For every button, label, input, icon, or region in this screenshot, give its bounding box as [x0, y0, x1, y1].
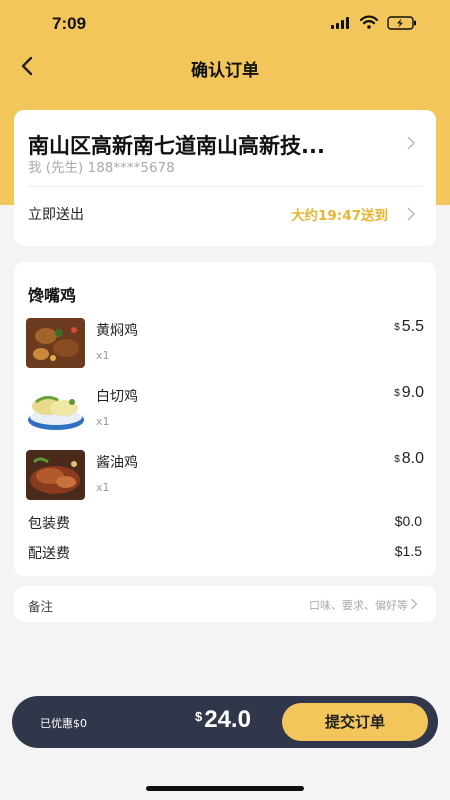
fee-label: 包装费	[28, 516, 70, 532]
item-quantity: x1	[96, 481, 110, 494]
item-name: 酱油鸡	[96, 455, 138, 471]
order-item: 黄焖鸡 x1 $5.5	[26, 318, 424, 372]
item-price: $9.0	[394, 384, 424, 402]
battery-icon	[387, 16, 416, 30]
delivery-eta: 大约19:47送到	[291, 208, 388, 224]
item-name: 黄焖鸡	[96, 323, 138, 339]
item-quantity: x1	[96, 349, 110, 362]
chevron-right-icon	[407, 136, 416, 150]
food-thumbnail	[26, 384, 85, 434]
note-row[interactable]: 备注 口味、要求、偏好等	[14, 586, 436, 622]
delivery-fee-row: 配送费 $1.5	[28, 543, 422, 563]
food-thumbnail	[26, 318, 85, 368]
order-item: 酱油鸡 x1 $8.0	[26, 450, 424, 504]
order-total: $24.0	[195, 706, 251, 734]
total-amount: 24.0	[204, 706, 251, 733]
item-name: 白切鸡	[96, 389, 138, 405]
note-hint: 口味、要求、偏好等	[309, 599, 408, 612]
currency-symbol: $	[394, 388, 400, 399]
address-card: 南山区高新南七道南山高新技... 我 (先生) 188****5678 立即送出…	[14, 110, 436, 246]
chevron-right-icon	[411, 598, 418, 610]
wifi-icon	[360, 15, 378, 29]
status-bar: 7:09	[0, 0, 450, 44]
status-time: 7:09	[52, 14, 87, 33]
fee-label: 配送费	[28, 546, 70, 562]
item-price: $5.5	[394, 318, 424, 336]
price-value: 9.0	[401, 384, 424, 401]
cellular-signal-icon	[331, 17, 353, 29]
packaging-fee-row: 包装费 $0.0	[28, 513, 422, 533]
delivery-mode-label: 立即送出	[28, 207, 84, 223]
submit-order-button[interactable]: 提交订单	[282, 703, 428, 741]
food-thumbnail	[26, 450, 85, 500]
contact-info: 我 (先生) 188****5678	[28, 160, 175, 176]
item-quantity: x1	[96, 415, 110, 428]
currency-symbol: $	[394, 454, 400, 465]
item-price: $8.0	[394, 450, 424, 468]
fee-value: $1.5	[394, 543, 422, 559]
delivery-time-selector[interactable]: 立即送出 大约19:47送到	[14, 188, 436, 244]
home-indicator[interactable]	[146, 786, 304, 791]
discount-label: 已优惠$0	[40, 717, 87, 730]
navigation-bar: 确认订单	[0, 44, 450, 88]
fee-value: $0.0	[394, 513, 422, 529]
order-item: 白切鸡 x1 $9.0	[26, 384, 424, 438]
price-value: 5.5	[401, 318, 424, 335]
currency-symbol: $	[394, 322, 400, 333]
note-label: 备注	[28, 599, 54, 614]
currency-symbol: $	[195, 709, 203, 724]
chevron-right-icon	[407, 207, 416, 221]
address-selector[interactable]: 南山区高新南七道南山高新技... 我 (先生) 188****5678	[14, 110, 436, 182]
divider	[28, 186, 422, 187]
page-title: 确认订单	[191, 61, 259, 81]
shop-name: 馋嘴鸡	[28, 286, 77, 305]
checkout-bar: 已优惠$0 $24.0 提交订单	[12, 696, 438, 748]
price-value: 8.0	[401, 450, 424, 467]
order-card: 馋嘴鸡 黄焖鸡 x1 $5.5 白切鸡 x1 $9.0 酱油鸡 x1 $ 8.0…	[14, 262, 436, 576]
